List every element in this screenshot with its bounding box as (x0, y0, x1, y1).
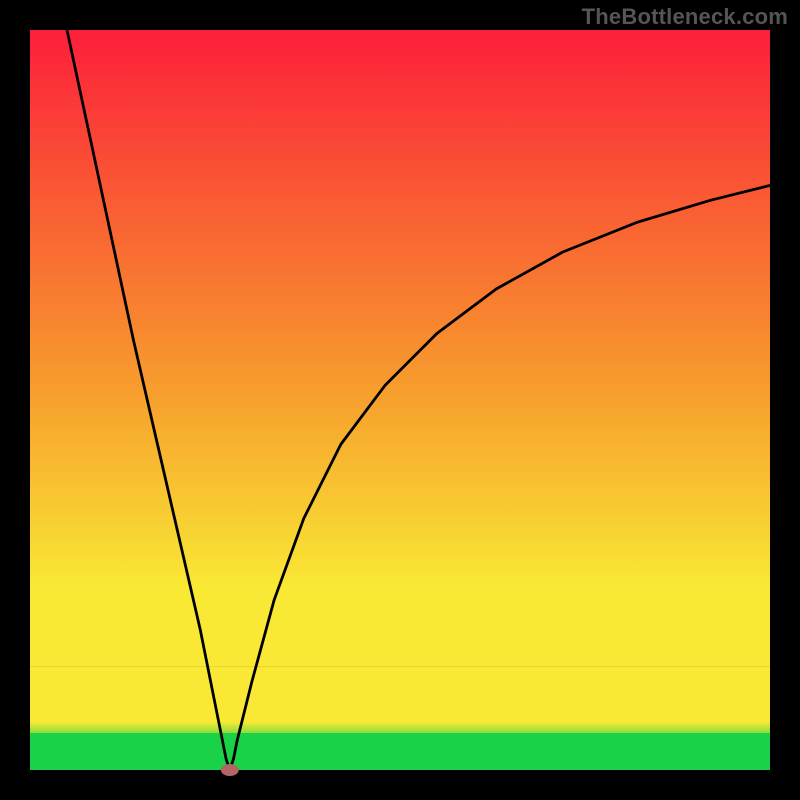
minimum-dot (221, 764, 239, 776)
chart-svg (0, 0, 800, 800)
watermark-text: TheBottleneck.com (582, 4, 788, 30)
green-band (30, 733, 770, 770)
gradient-band (30, 30, 770, 666)
chart-root: TheBottleneck.com (0, 0, 800, 800)
